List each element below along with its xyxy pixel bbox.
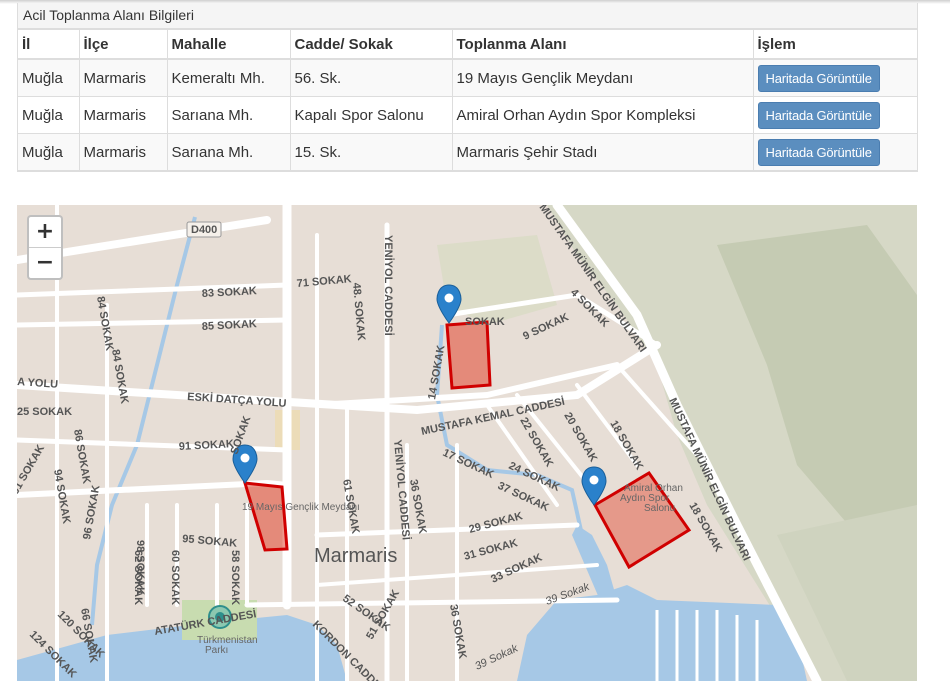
table-row: Muğla Marmaris Sarıana Mh. 15. Sk. Marma…: [18, 133, 917, 171]
label-25-sokak: 25 SOKAK: [17, 406, 72, 418]
cell-cadde: Kapalı Spor Salonu: [289, 96, 453, 134]
cell-islem: Haritada Görüntüle: [752, 96, 917, 134]
city-label: Marmaris: [314, 545, 397, 567]
zoom-in-button[interactable]: +: [29, 217, 61, 248]
cell-ilce: Marmaris: [78, 133, 168, 171]
cell-toplanma-alani: Amiral Orhan Aydın Spor Kompleksi: [451, 96, 754, 134]
header-il: İl: [18, 29, 80, 60]
header-ilce: İlçe: [78, 29, 168, 60]
table-header-row: İl İlçe Mahalle Cadde/ Sokak Toplanma Al…: [18, 29, 917, 60]
header-mahalle: Mahalle: [166, 29, 291, 60]
label-d400: D400: [191, 224, 217, 236]
cell-islem: Haritada Görüntüle: [752, 58, 917, 97]
header-toplanma-alani: Toplanma Alanı: [451, 29, 754, 60]
assembly-area-table: İl İlçe Mahalle Cadde/ Sokak Toplanma Al…: [18, 29, 917, 171]
cell-islem: Haritada Görüntüle: [752, 133, 917, 171]
assembly-area-spor-kompleksi[interactable]: [445, 320, 492, 390]
map-canvas[interactable]: D400 71 SOKAK 83 SOKAK 85 SOKAK 91 SOKAK…: [17, 205, 917, 681]
label-58-sokak: 58 SOKAK: [229, 550, 241, 605]
assembly-area-panel: Acil Toplanma Alanı Bilgileri İl İlçe Ma…: [17, 3, 918, 172]
table-row: Muğla Marmaris Kemeraltı Mh. 56. Sk. 19 …: [18, 58, 917, 97]
cell-mahalle: Sarıana Mh.: [166, 96, 291, 134]
cell-ilce: Marmaris: [78, 58, 168, 97]
label-spor-salonu-3: Salonu: [644, 503, 675, 514]
show-on-map-button[interactable]: Haritada Görüntüle: [757, 64, 880, 92]
table-row: Muğla Marmaris Sarıana Mh. Kapalı Spor S…: [18, 96, 917, 134]
header-islem: İşlem: [752, 29, 917, 60]
header-cadde: Cadde/ Sokak: [289, 29, 453, 60]
label-genclik-meydani: 19 Mayıs Gençlik Meydanı: [242, 502, 360, 513]
zoom-control: + −: [27, 215, 63, 280]
label-62-sokak: 62 SOKAK: [132, 550, 144, 605]
label-60-sokak: 60 SOKAK: [169, 550, 181, 605]
show-on-map-button[interactable]: Haritada Görüntüle: [757, 101, 880, 129]
cell-il: Muğla: [18, 133, 80, 171]
cell-toplanma-alani: 19 Mayıs Gençlik Meydanı: [451, 58, 754, 97]
map-view[interactable]: D400 71 SOKAK 83 SOKAK 85 SOKAK 91 SOKAK…: [17, 205, 917, 681]
label-yeniyol-1: YENİYOL CADDESİ: [382, 235, 395, 336]
cell-ilce: Marmaris: [78, 96, 168, 134]
cell-il: Muğla: [18, 96, 80, 134]
zoom-out-button[interactable]: −: [29, 248, 61, 278]
label-sokak: SOKAK: [465, 316, 505, 328]
cell-il: Muğla: [18, 58, 80, 97]
panel-title: Acil Toplanma Alanı Bilgileri: [18, 3, 917, 29]
show-on-map-button[interactable]: Haritada Görüntüle: [757, 138, 880, 166]
cell-mahalle: Kemeraltı Mh.: [166, 58, 291, 97]
cell-mahalle: Sarıana Mh.: [166, 133, 291, 171]
cell-cadde: 56. Sk.: [289, 58, 453, 97]
cell-toplanma-alani: Marmaris Şehir Stadı: [451, 133, 754, 171]
cell-cadde: 15. Sk.: [289, 133, 453, 171]
label-turkmenistan-2: Parkı: [205, 645, 228, 656]
